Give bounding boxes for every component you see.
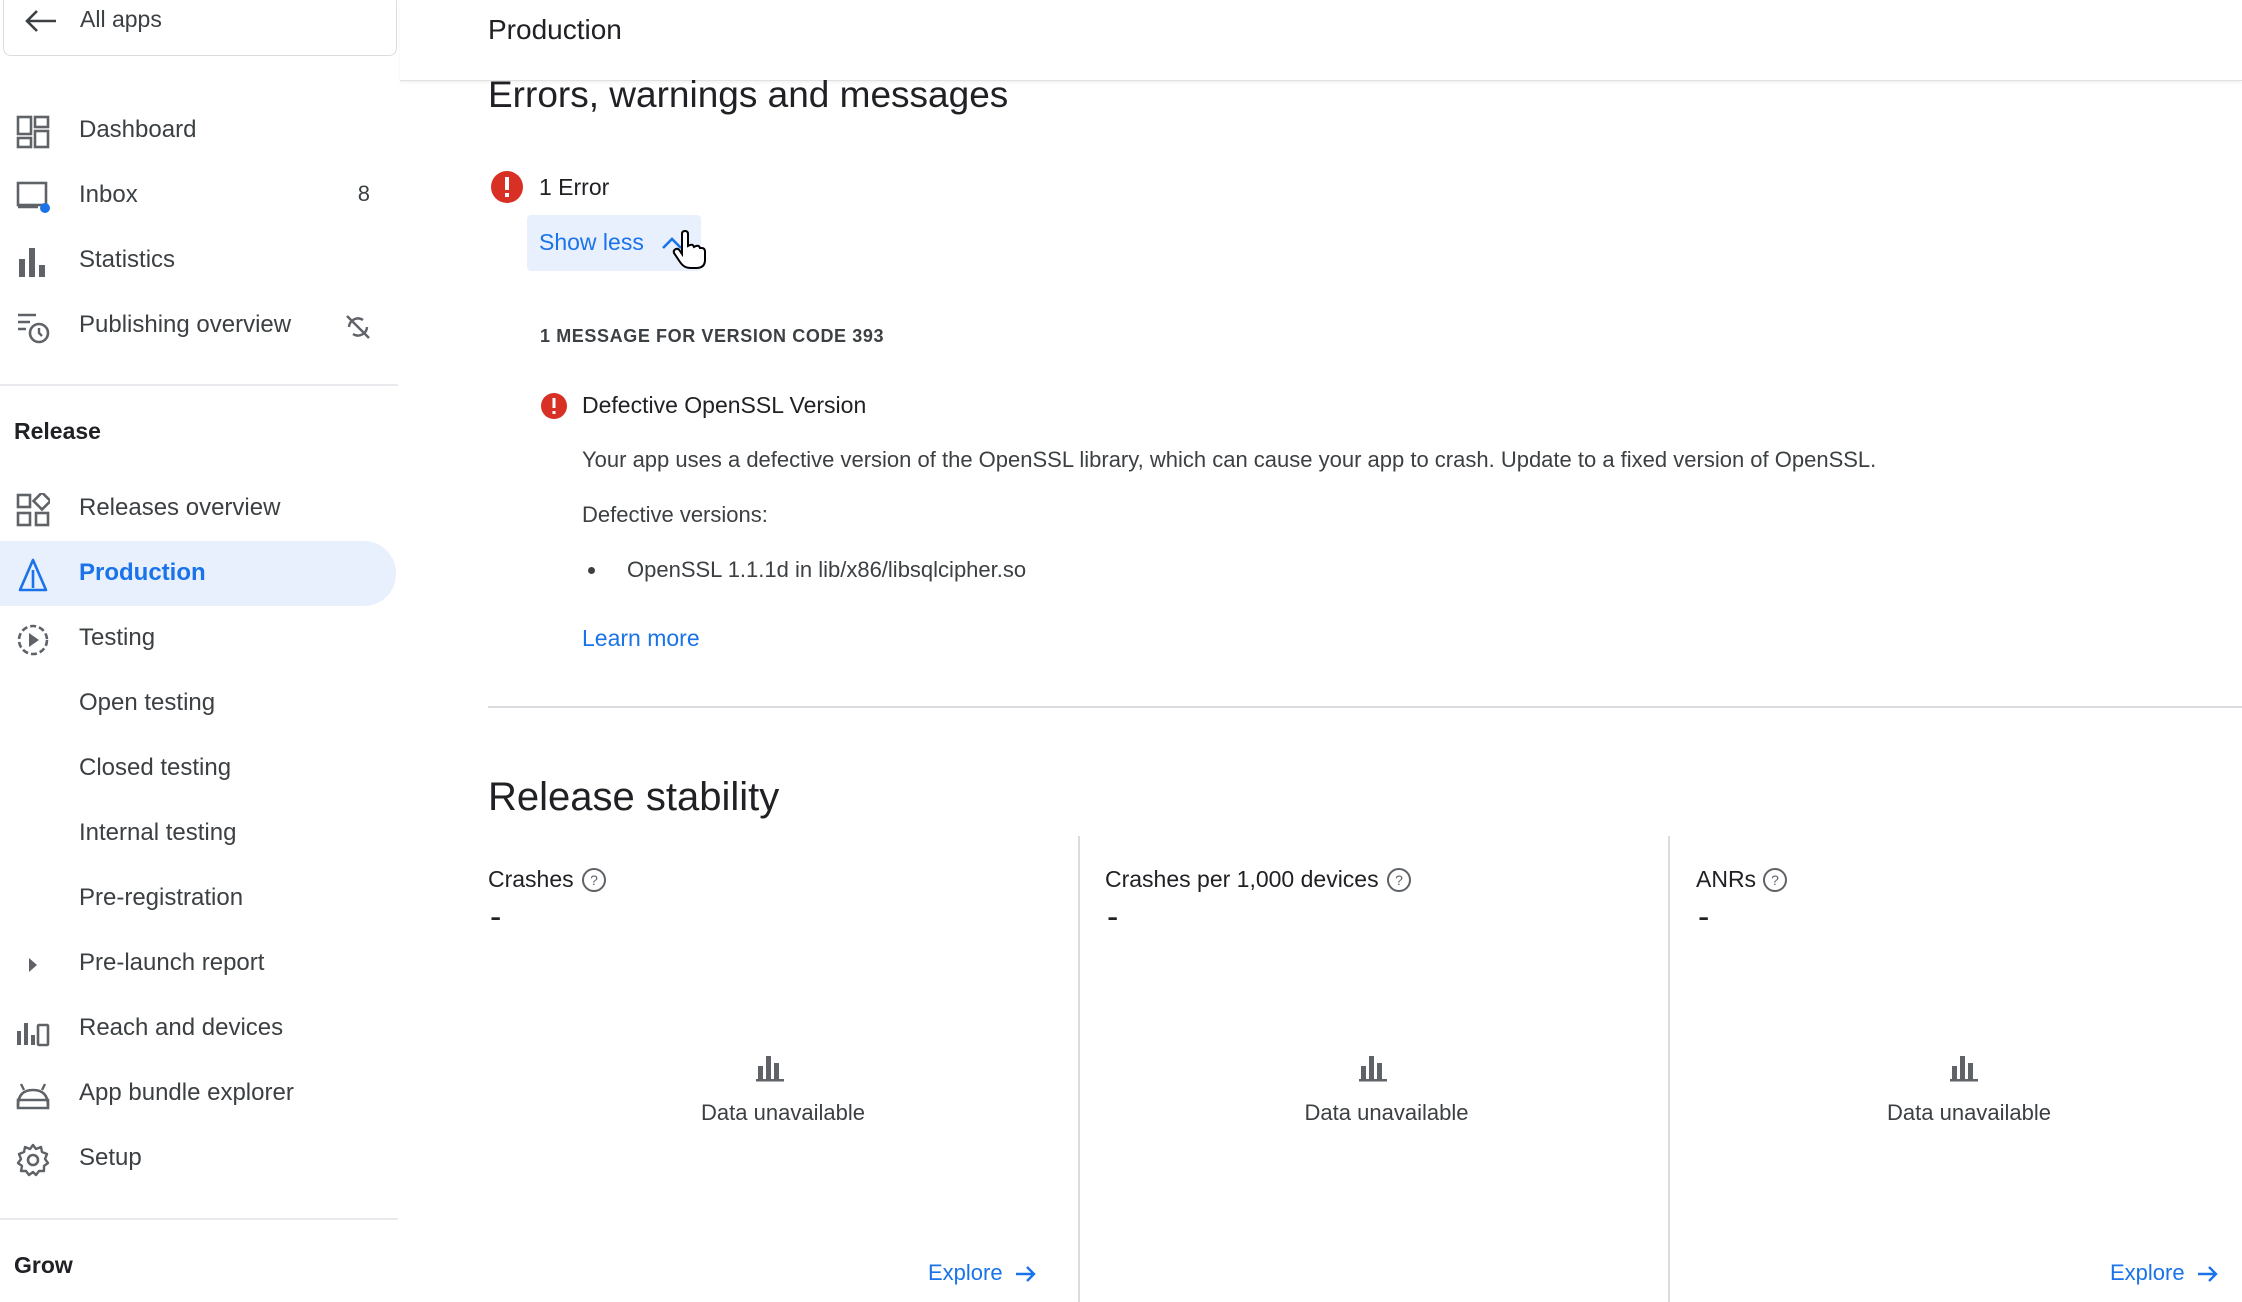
error-icon xyxy=(541,393,567,419)
card-divider xyxy=(1668,836,1670,1302)
card-value: - xyxy=(1107,898,1119,936)
section-divider xyxy=(488,706,2242,708)
error-description: Your app uses a defective version of the… xyxy=(582,447,1877,472)
all-apps-label: All apps xyxy=(80,6,162,32)
page-header: Production xyxy=(400,0,2242,81)
sidebar-item-label: Open testing xyxy=(79,689,216,716)
svg-text:?: ? xyxy=(1395,872,1403,888)
data-unavailable-label: Data unavailable xyxy=(1304,1100,1469,1125)
card-title: Crashes xyxy=(488,866,574,892)
hand-cursor-icon xyxy=(672,230,706,269)
sync-disabled-icon[interactable] xyxy=(344,313,372,341)
defective-version-item: OpenSSL 1.1.1d in lib/x86/libsqlcipher.s… xyxy=(627,557,1027,582)
svg-text:?: ? xyxy=(590,872,598,888)
sidebar-item-label: Testing xyxy=(79,624,156,651)
errors-heading: Errors, warnings and messages xyxy=(488,74,1009,115)
card-title: ANRs xyxy=(1696,866,1757,892)
error-item-title: Defective OpenSSL Version xyxy=(582,392,867,418)
sidebar-item-label: Dashboard xyxy=(79,116,197,143)
bar-chart-icon xyxy=(1359,1056,1387,1082)
show-less-label: Show less xyxy=(539,229,644,255)
explore-label: Explore xyxy=(928,1260,1003,1285)
arrow-forward-icon xyxy=(1016,1266,1036,1282)
svg-text:?: ? xyxy=(1771,872,1779,888)
stability-card-crashes: Crashes ? - Data unavailable Explore xyxy=(488,836,1078,1302)
sidebar-item-label: Closed testing xyxy=(79,754,232,781)
sidebar-item-label: Publishing overview xyxy=(79,311,292,338)
inbox-icon xyxy=(16,181,50,213)
error-icon xyxy=(491,171,523,203)
data-unavailable-label: Data unavailable xyxy=(1887,1100,2051,1125)
dashboard-icon xyxy=(16,115,50,149)
sidebar-item-label: App bundle explorer xyxy=(79,1079,294,1106)
sidebar-item-label: Setup xyxy=(79,1144,142,1171)
releases-overview-icon xyxy=(16,493,50,527)
card-value: - xyxy=(1698,898,1710,936)
stability-card-crashes-per-1000: Crashes per 1,000 devices ? - Data unava… xyxy=(1105,836,1668,1302)
sidebar-item-production[interactable]: Production xyxy=(0,541,396,606)
sidebar-divider xyxy=(0,384,398,386)
version-message-heading: 1 MESSAGE FOR VERSION CODE 393 xyxy=(540,326,885,346)
reach-devices-icon xyxy=(17,1023,50,1047)
sidebar-item-label: Pre-registration xyxy=(79,884,244,911)
sidebar-item-open-testing[interactable]: Open testing xyxy=(0,671,396,735)
sidebar-item-label: Inbox xyxy=(79,181,138,208)
sidebar-item-setup[interactable]: Setup xyxy=(0,1126,396,1190)
sidebar-item-statistics[interactable]: Statistics xyxy=(0,228,396,292)
sidebar-item-inbox[interactable]: Inbox 8 xyxy=(0,163,396,227)
all-apps-button[interactable]: All apps xyxy=(3,0,397,56)
sidebar-item-label: Pre-launch report xyxy=(79,949,265,976)
card-divider xyxy=(1078,836,1080,1302)
bullet xyxy=(588,567,595,574)
sidebar-item-testing[interactable]: Testing xyxy=(0,606,396,670)
publishing-overview-icon xyxy=(18,313,50,344)
help-icon[interactable]: ? xyxy=(1386,867,1412,893)
learn-more-link[interactable]: Learn more xyxy=(582,625,700,652)
bar-chart-icon xyxy=(1950,1056,1978,1082)
sidebar-item-closed-testing[interactable]: Closed testing xyxy=(0,736,396,800)
sidebar-item-label: Releases overview xyxy=(79,494,281,521)
sidebar: All apps Dashboard Inbox 8 Statistics Pu… xyxy=(0,0,400,1302)
explore-link[interactable]: Explore xyxy=(2110,1260,2219,1286)
sidebar-item-pre-launch-report[interactable]: Pre-launch report xyxy=(0,931,396,995)
app-bundle-icon xyxy=(16,1083,50,1110)
sidebar-item-publishing-overview[interactable]: Publishing overview xyxy=(0,293,396,357)
page-title: Production xyxy=(488,14,622,45)
sidebar-item-app-bundle-explorer[interactable]: App bundle explorer xyxy=(0,1061,396,1125)
arrow-forward-icon xyxy=(2198,1266,2218,1282)
data-unavailable-label: Data unavailable xyxy=(701,1100,865,1125)
error-summary: 1 Error xyxy=(539,174,610,200)
sidebar-item-internal-testing[interactable]: Internal testing xyxy=(0,801,396,865)
bar-chart-icon xyxy=(19,248,45,277)
card-title: Crashes per 1,000 devices xyxy=(1105,866,1379,892)
grow-section-heading: Grow xyxy=(14,1252,73,1278)
explore-label: Explore xyxy=(2110,1260,2185,1285)
settings-icon xyxy=(16,1143,50,1177)
sidebar-item-label: Internal testing xyxy=(79,819,237,846)
help-icon[interactable]: ? xyxy=(581,867,607,893)
expand-arrow-icon[interactable] xyxy=(16,948,50,982)
sidebar-item-reach-and-devices[interactable]: Reach and devices xyxy=(0,996,396,1060)
stability-heading: Release stability xyxy=(488,775,780,819)
production-icon xyxy=(18,558,48,592)
sidebar-item-dashboard[interactable]: Dashboard xyxy=(0,98,396,162)
sidebar-item-releases-overview[interactable]: Releases overview xyxy=(0,476,396,540)
testing-icon xyxy=(17,624,49,656)
arrow-back-icon xyxy=(25,10,56,32)
sidebar-item-label: Production xyxy=(79,559,206,586)
defective-versions-label: Defective versions: xyxy=(582,502,768,527)
bar-chart-icon xyxy=(756,1056,784,1082)
inbox-count-badge: 8 xyxy=(357,181,370,206)
explore-link[interactable]: Explore xyxy=(928,1260,1037,1286)
stability-card-anrs: ANRs ? - Data unavailable Explore xyxy=(1696,836,2242,1302)
release-section-heading: Release xyxy=(14,418,101,444)
sidebar-item-label: Statistics xyxy=(79,246,176,273)
card-value: - xyxy=(490,898,502,936)
sidebar-item-pre-registration[interactable]: Pre-registration xyxy=(0,866,396,930)
help-icon[interactable]: ? xyxy=(1762,867,1788,893)
sidebar-divider xyxy=(0,1218,398,1220)
sidebar-item-label: Reach and devices xyxy=(79,1014,284,1041)
